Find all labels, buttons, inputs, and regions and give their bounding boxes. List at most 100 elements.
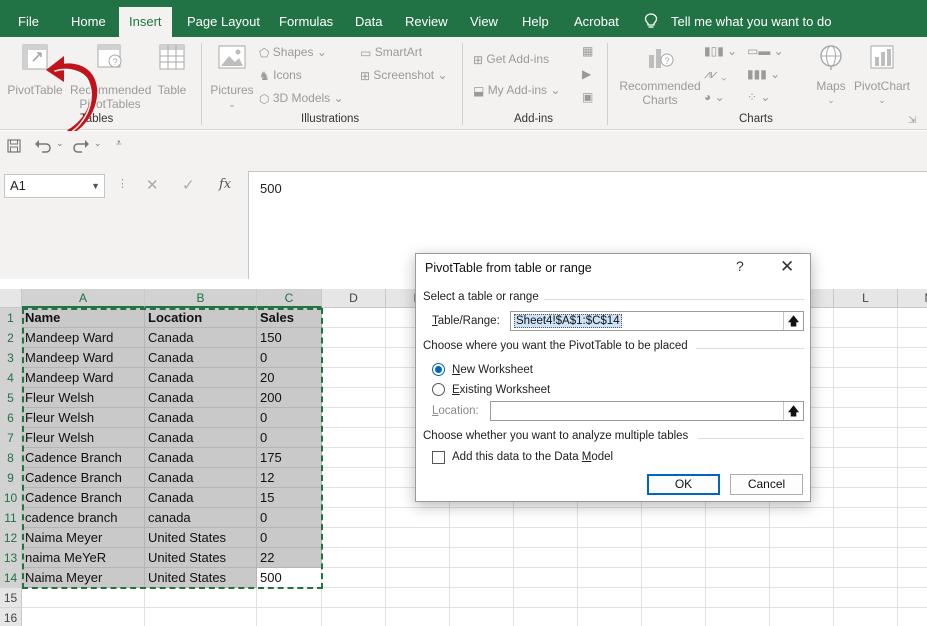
column-header-b[interactable]: B: [145, 289, 257, 308]
cell-c3[interactable]: 0: [257, 348, 322, 368]
column-header-d[interactable]: D: [322, 289, 386, 308]
bing-maps-icon[interactable]: ▶: [582, 66, 591, 82]
cell-d9[interactable]: [322, 468, 386, 488]
menu-home[interactable]: Home: [71, 0, 106, 37]
scatter-chart-button[interactable]: ⁘ ⌄: [747, 89, 770, 105]
cell-i16[interactable]: [642, 608, 706, 626]
cell-i14[interactable]: [642, 568, 706, 588]
cell-k15[interactable]: [770, 588, 834, 608]
cell-c11[interactable]: 0: [257, 508, 322, 528]
cell-h14[interactable]: [578, 568, 642, 588]
row-header-15[interactable]: 15: [0, 588, 22, 608]
row-header-12[interactable]: 12: [0, 528, 22, 548]
new-worksheet-radio[interactable]: [432, 363, 445, 376]
cell-m15[interactable]: [898, 588, 927, 608]
cell-b12[interactable]: United States: [145, 528, 257, 548]
cell-m1[interactable]: [898, 308, 927, 328]
recommended-pivottables-button[interactable]: ? Recommended PivotTables: [70, 43, 151, 111]
cell-j11[interactable]: [706, 508, 770, 528]
maps-button[interactable]: Maps ⌄: [812, 43, 850, 107]
cell-l9[interactable]: [834, 468, 898, 488]
cell-c8[interactable]: 175: [257, 448, 322, 468]
bar-chart-button[interactable]: ▭▬ ⌄: [747, 43, 784, 59]
cell-a2[interactable]: Mandeep Ward: [22, 328, 145, 348]
cell-m5[interactable]: [898, 388, 927, 408]
pivottable-button[interactable]: PivotTable: [4, 43, 66, 97]
cell-m4[interactable]: [898, 368, 927, 388]
charts-dialog-launcher-icon[interactable]: ⇲: [908, 113, 916, 129]
cell-h13[interactable]: [578, 548, 642, 568]
cell-l10[interactable]: [834, 488, 898, 508]
menu-acrobat[interactable]: Acrobat: [574, 0, 619, 37]
row-header-9[interactable]: 9: [0, 468, 22, 488]
cell-m2[interactable]: [898, 328, 927, 348]
cell-b5[interactable]: Canada: [145, 388, 257, 408]
cell-b2[interactable]: Canada: [145, 328, 257, 348]
cell-e15[interactable]: [386, 588, 450, 608]
cell-i13[interactable]: [642, 548, 706, 568]
row-header-7[interactable]: 7: [0, 428, 22, 448]
cell-f16[interactable]: [450, 608, 514, 626]
people-graph-icon[interactable]: ▣: [582, 89, 593, 105]
cell-i12[interactable]: [642, 528, 706, 548]
cell-b9[interactable]: Canada: [145, 468, 257, 488]
table-button[interactable]: Table: [152, 43, 192, 97]
cell-k14[interactable]: [770, 568, 834, 588]
chevron-down-icon[interactable]: ▼: [91, 175, 100, 197]
cell-c10[interactable]: 15: [257, 488, 322, 508]
cell-g16[interactable]: [514, 608, 578, 626]
cell-b10[interactable]: Canada: [145, 488, 257, 508]
cell-b3[interactable]: Canada: [145, 348, 257, 368]
cell-g13[interactable]: [514, 548, 578, 568]
new-worksheet-label[interactable]: New Worksheet: [452, 364, 533, 376]
collapse-dialog-icon[interactable]: 🡅: [783, 402, 803, 420]
smartart-button[interactable]: ▭ SmartArt: [360, 44, 422, 61]
cell-a16[interactable]: [22, 608, 145, 626]
cell-l11[interactable]: [834, 508, 898, 528]
row-header-8[interactable]: 8: [0, 448, 22, 468]
cell-b1[interactable]: Location: [145, 308, 257, 328]
icons-button[interactable]: ♞ Icons: [259, 67, 302, 84]
cell-e11[interactable]: [386, 508, 450, 528]
cell-a1[interactable]: Name: [22, 308, 145, 328]
cell-j12[interactable]: [706, 528, 770, 548]
column-header-a[interactable]: A: [22, 289, 145, 308]
cell-d11[interactable]: [322, 508, 386, 528]
menu-review[interactable]: Review: [405, 0, 448, 37]
cell-m6[interactable]: [898, 408, 927, 428]
row-header-3[interactable]: 3: [0, 348, 22, 368]
3d-models-button[interactable]: ⬡ 3D Models ⌄: [259, 90, 344, 107]
cell-d13[interactable]: [322, 548, 386, 568]
cell-m3[interactable]: [898, 348, 927, 368]
data-model-checkbox[interactable]: [432, 451, 445, 464]
menu-help[interactable]: Help: [522, 0, 549, 37]
cell-b4[interactable]: Canada: [145, 368, 257, 388]
cell-a10[interactable]: Cadence Branch: [22, 488, 145, 508]
cell-e14[interactable]: [386, 568, 450, 588]
cell-l2[interactable]: [834, 328, 898, 348]
statistic-chart-button[interactable]: ▮▮▮ ⌄: [747, 66, 780, 82]
cell-b8[interactable]: Canada: [145, 448, 257, 468]
cell-l4[interactable]: [834, 368, 898, 388]
column-header-l[interactable]: L: [834, 289, 898, 308]
cell-d6[interactable]: [322, 408, 386, 428]
cell-d8[interactable]: [322, 448, 386, 468]
cell-d4[interactable]: [322, 368, 386, 388]
redo-dropdown-icon[interactable]: ⌄: [94, 138, 102, 149]
cell-l13[interactable]: [834, 548, 898, 568]
cell-i11[interactable]: [642, 508, 706, 528]
undo-icon[interactable]: [34, 139, 52, 153]
menu-view[interactable]: View: [470, 0, 498, 37]
cell-m14[interactable]: [898, 568, 927, 588]
cell-c9[interactable]: 12: [257, 468, 322, 488]
cell-a13[interactable]: naima MeYeR: [22, 548, 145, 568]
cell-g14[interactable]: [514, 568, 578, 588]
data-model-label[interactable]: Add this data to the Data Model: [452, 451, 613, 463]
cell-h15[interactable]: [578, 588, 642, 608]
cell-a3[interactable]: Mandeep Ward: [22, 348, 145, 368]
pie-chart-button[interactable]: ◕ ⌄: [704, 89, 725, 105]
insert-function-icon[interactable]: fx: [219, 177, 231, 192]
cell-d2[interactable]: [322, 328, 386, 348]
tell-me-search[interactable]: Tell me what you want to do: [671, 0, 831, 37]
row-header-13[interactable]: 13: [0, 548, 22, 568]
